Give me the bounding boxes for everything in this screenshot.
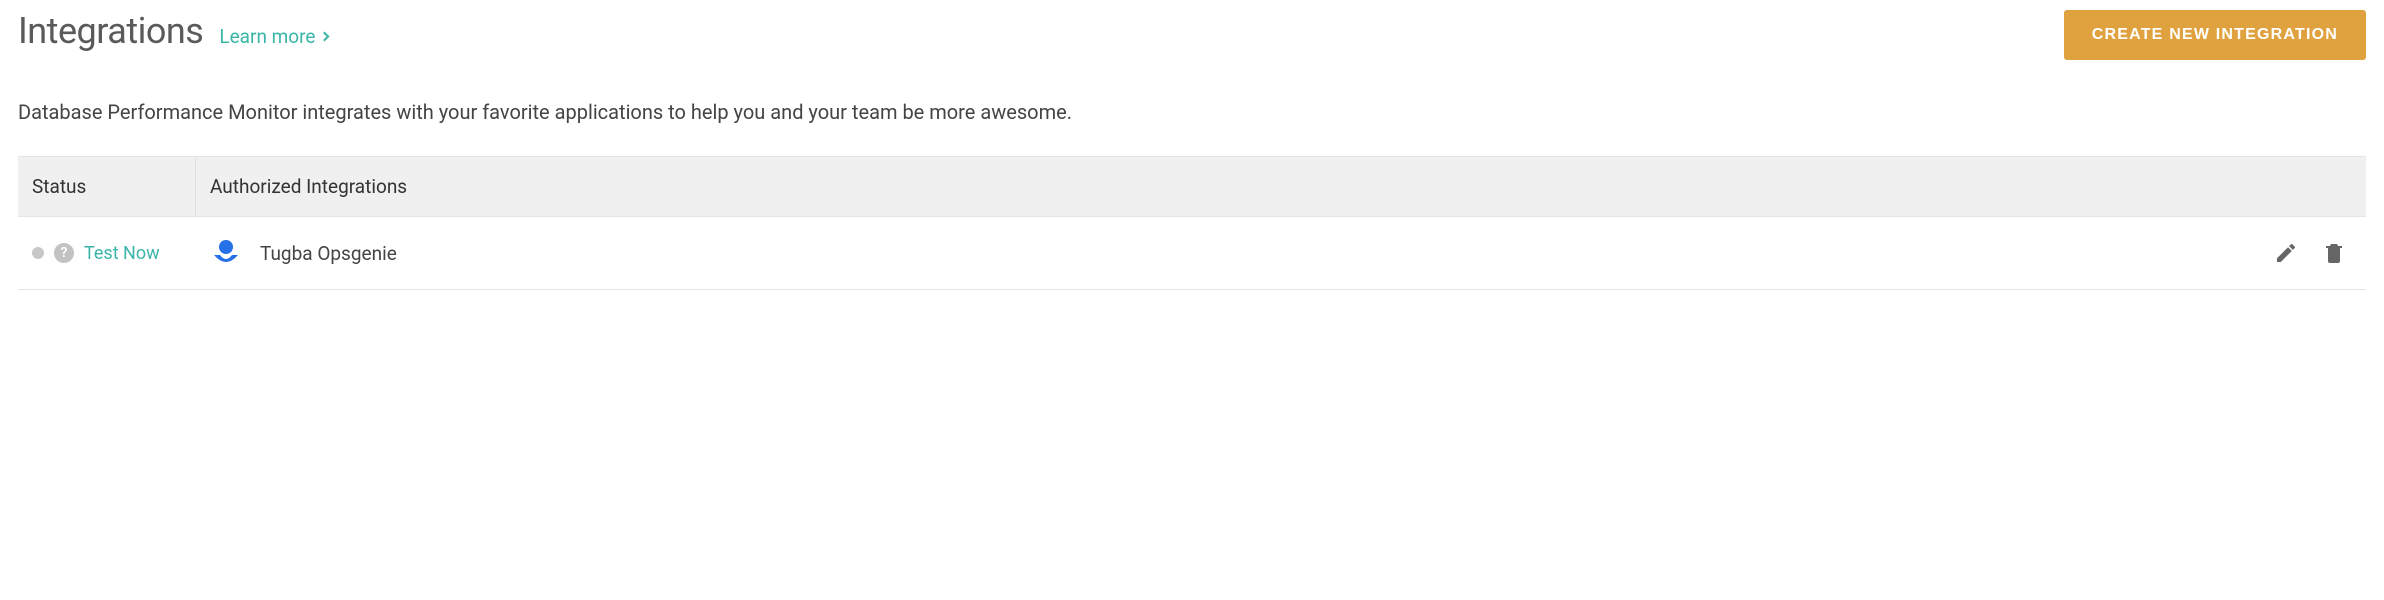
learn-more-link[interactable]: Learn more <box>219 25 328 48</box>
status-indicator-dot <box>32 247 44 259</box>
integrations-table: Status Authorized Integrations ? Test No… <box>18 156 2366 290</box>
help-icon[interactable]: ? <box>54 243 74 263</box>
column-header-authorized: Authorized Integrations <box>196 157 2366 216</box>
table-header: Status Authorized Integrations <box>18 156 2366 217</box>
header-row: Integrations Learn more CREATE NEW INTEG… <box>18 10 2366 60</box>
header-left: Integrations Learn more <box>18 10 328 52</box>
actions-cell <box>2274 241 2366 265</box>
chevron-right-icon <box>320 32 330 42</box>
integration-name: Tugba Opsgenie <box>260 242 397 265</box>
page-description: Database Performance Monitor integrates … <box>18 100 2366 124</box>
page-title: Integrations <box>18 10 203 52</box>
create-new-integration-button[interactable]: CREATE NEW INTEGRATION <box>2064 10 2366 60</box>
status-cell: ? Test Now <box>18 243 196 264</box>
authorized-cell: Tugba Opsgenie <box>196 237 2274 269</box>
column-header-status: Status <box>18 157 196 216</box>
trash-icon[interactable] <box>2322 241 2346 265</box>
table-row: ? Test Now Tugba Opsgenie <box>18 217 2366 290</box>
learn-more-label: Learn more <box>219 25 315 48</box>
opsgenie-icon <box>210 237 242 269</box>
test-now-link[interactable]: Test Now <box>84 243 160 264</box>
edit-icon[interactable] <box>2274 241 2298 265</box>
